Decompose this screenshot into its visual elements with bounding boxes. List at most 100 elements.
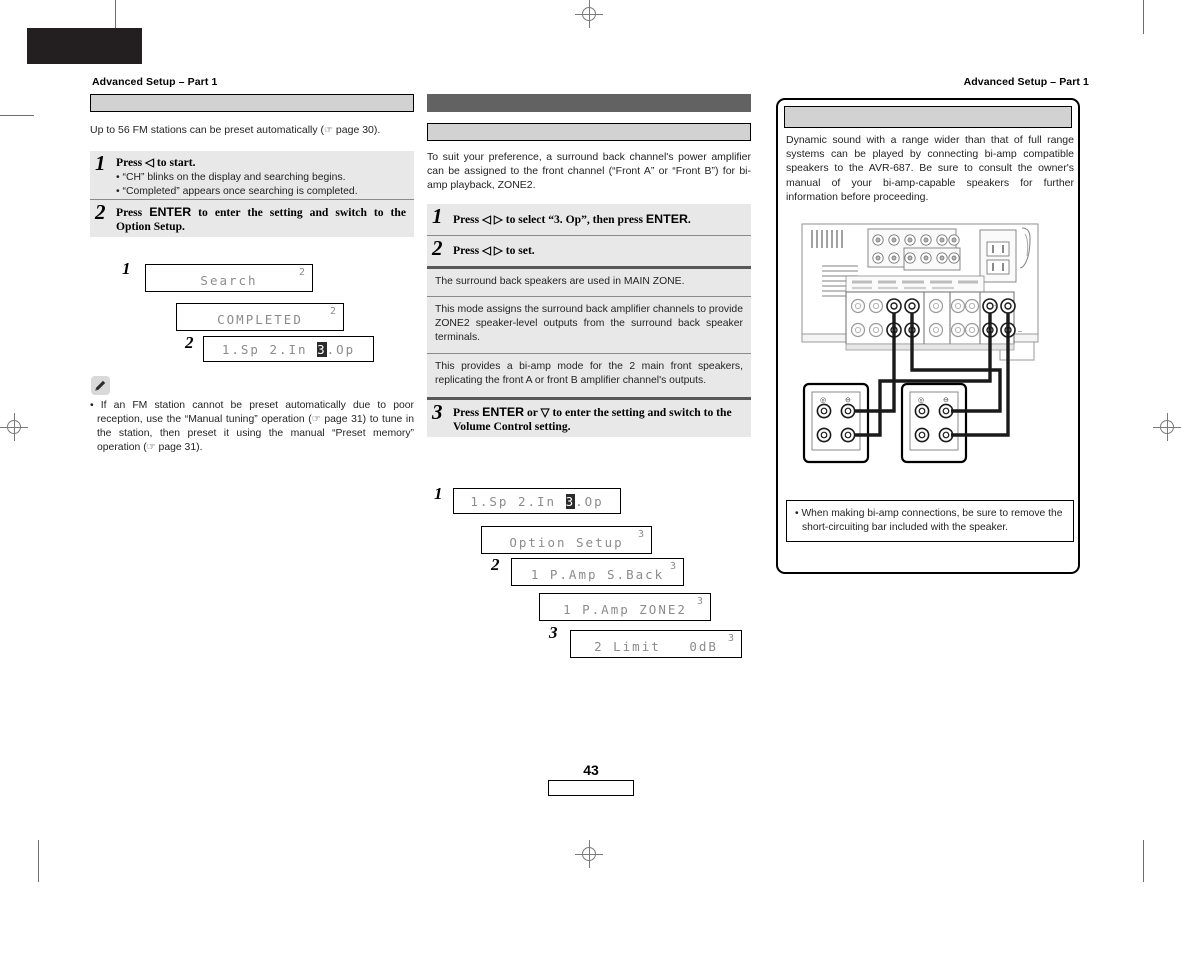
crop-mark-top-left-horizontal [0, 115, 34, 116]
display-text: COMPLETED [217, 312, 303, 327]
middle-column: To suit your preference, a surround back… [427, 94, 751, 437]
step-title-pre: Press [453, 212, 483, 226]
page-number: 43 [583, 762, 599, 778]
middle-display-3: 3 1 P.Amp S.Back [511, 558, 684, 586]
middle-step-3: 3 Press ENTER or ▽ to enter the setting … [427, 399, 751, 437]
right-panel-body-text: Dynamic sound with a range wider than th… [786, 134, 1074, 203]
left-display-2: 2 COMPLETED [176, 303, 344, 331]
step-number: 2 [432, 235, 443, 260]
enter-key-label: ENTER [645, 211, 688, 226]
page-ref-icon: ☞ [311, 414, 321, 426]
note-bullet: When making bi-amp connections, be sure … [795, 507, 1065, 534]
middle-display-label-1: 1 [434, 484, 443, 503]
step-number: 2 [95, 200, 106, 225]
right-panel-header-bar [784, 106, 1072, 128]
middle-mode-desc-3: This provides a bi-amp mode for the 2 ma… [427, 353, 751, 397]
left-display-1: 2 Search [145, 264, 313, 292]
left-note: If an FM station cannot be preset automa… [90, 399, 414, 455]
running-head-left: Advanced Setup – Part 1 [92, 76, 218, 88]
step-title-end: . [687, 212, 691, 226]
mode-desc-text: This provides a bi-amp mode for the 2 ma… [435, 360, 743, 386]
speaker-right-plus-label: ◎ [918, 397, 924, 404]
step-title-post: to select “3. Op”, then press [502, 212, 646, 226]
crop-mark-top-right-vertical [1143, 0, 1144, 34]
registration-mark-left [0, 413, 28, 441]
page-ref-icon: ☞ [324, 125, 333, 136]
mode-desc-text: This mode assigns the surround back ampl… [435, 303, 743, 343]
step-title: Press ◁ ▷ to set. [453, 241, 743, 258]
display-text: 1.Sp 2.In 3.Op [470, 494, 604, 509]
left-right-arrow-icon: ◁ ▷ [482, 243, 503, 257]
left-step-2: 2 Press ENTER to enter the setting and s… [90, 200, 414, 238]
step-bullet: “Completed” appears once searching is co… [116, 185, 406, 198]
middle-display-label-3: 3 [549, 623, 558, 642]
step-title-mid: or [524, 405, 541, 419]
display-text: 1 P.Amp ZONE2 [563, 602, 687, 617]
pencil-icon [95, 380, 106, 391]
note-icon-box [91, 376, 110, 395]
display-text: 1 P.Amp S.Back [530, 567, 665, 582]
step-number: 1 [95, 151, 106, 176]
step-title-pre: Press [116, 156, 146, 170]
middle-mode-desc-2: This mode assigns the surround back ampl… [427, 296, 751, 353]
right-bi-amp-panel: Dynamic sound with a range wider than th… [776, 98, 1080, 574]
middle-subsection-bar [427, 123, 751, 141]
step-title-pre: Press [453, 405, 483, 419]
left-display-label-1: 1 [122, 259, 131, 278]
step-title: Press ENTER or ▽ to enter the setting an… [453, 405, 743, 434]
speaker-right-minus-label: ⊖ [943, 397, 949, 404]
left-column: Up to 56 FM stations can be preset autom… [90, 94, 414, 238]
diagram-svg: + – ◎ ⊖ ◎ ⊖ [801, 223, 1039, 464]
page-ref-icon: ☞ [146, 442, 156, 454]
bi-amp-connection-diagram: + – ◎ ⊖ ◎ ⊖ [784, 218, 1076, 478]
registration-mark-bottom [575, 840, 603, 868]
rca-jack-block [867, 228, 961, 271]
terminal-minus-label: – [1018, 328, 1022, 335]
middle-display-5: 3 2 Limit 0dB [570, 630, 742, 658]
page-number-box [548, 780, 634, 796]
middle-step-1: 1 Press ◁ ▷ to select “3. Op”, then pres… [427, 203, 751, 235]
left-intro-prefix: Up to 56 FM stations can be preset autom… [90, 124, 325, 136]
speaker-left-minus-label: ⊖ [845, 397, 851, 404]
note-bullet-list: When making bi-amp connections, be sure … [795, 507, 1065, 534]
terminal-label-strip [845, 275, 985, 293]
left-display-label-2: 2 [185, 333, 194, 352]
step-title: Press ◁ to start. [116, 156, 406, 170]
display-highlight: 3 [317, 342, 327, 357]
step-bullet: “CH” blinks on the display and searching… [116, 171, 406, 184]
step-bullet-list: “CH” blinks on the display and searching… [116, 171, 406, 198]
registration-mark-top [575, 0, 603, 28]
right-panel-note: When making bi-amp connections, be sure … [786, 500, 1074, 542]
registration-mark-right [1153, 413, 1181, 441]
step-title-post: to start. [154, 156, 196, 170]
down-arrow-icon: ▽ [540, 405, 550, 419]
note-bullet-list: If an FM station cannot be preset automa… [90, 399, 414, 455]
display-text: Search [200, 273, 258, 288]
step-title: Press ENTER to enter the setting and swi… [116, 205, 406, 234]
display-highlight: 3 [565, 494, 576, 509]
middle-display-label-2: 2 [491, 555, 500, 574]
step-title: Press ◁ ▷ to select “3. Op”, then press … [453, 209, 743, 227]
manual-page: Advanced Setup – Part 1 Advanced Setup –… [0, 0, 1181, 954]
enter-key-label: ENTER [482, 404, 525, 419]
display-text: 2 Limit 0dB [594, 639, 718, 654]
left-display-3: 1.Sp 2.In 3.Op [203, 336, 374, 362]
note-bullet-text: If an FM station cannot be preset automa… [97, 400, 415, 454]
terminal-plus-label: + [994, 303, 998, 310]
mode-desc-text: The surround back speakers are used in M… [435, 275, 685, 287]
running-head-right: Advanced Setup – Part 1 [963, 76, 1089, 88]
display-text: Option Setup [509, 535, 624, 550]
step-title-pre: Press [116, 206, 150, 220]
note-bullet: If an FM station cannot be preset automa… [90, 399, 414, 455]
crop-mark-bottom-right-vertical [1143, 840, 1144, 882]
step-title-post: to set. [502, 243, 535, 257]
middle-display-2: 3 Option Setup [481, 526, 652, 554]
left-step-1: 1 Press ◁ to start. “CH” blinks on the d… [90, 151, 414, 200]
left-intro-pageref: page 30). [335, 124, 381, 136]
middle-display-4: 3 1 P.Amp ZONE2 [539, 593, 711, 621]
step-number: 1 [432, 203, 443, 228]
print-registration-block [27, 28, 142, 64]
left-right-arrow-icon: ◁ ▷ [482, 212, 503, 226]
left-arrow-icon: ◁ [145, 156, 155, 170]
crop-mark-bottom-left-vertical [38, 840, 39, 882]
